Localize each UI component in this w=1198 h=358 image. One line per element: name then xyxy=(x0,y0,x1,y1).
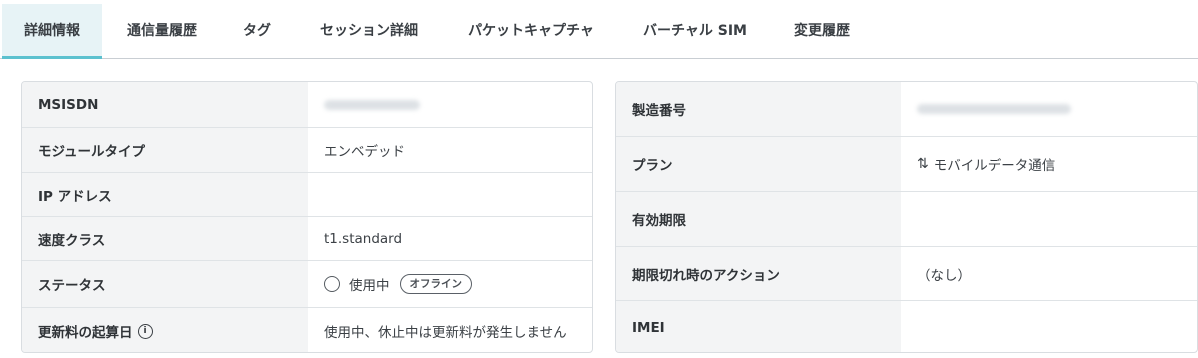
row-plan: プラン ⇅ モバイルデータ通信 xyxy=(616,136,1197,191)
tab-tags[interactable]: タグ xyxy=(226,4,288,58)
renewal-date-label: 更新料の起算日 i xyxy=(22,308,308,352)
tab-traffic-history[interactable]: 通信量履歴 xyxy=(112,4,212,58)
tab-session-details[interactable]: セッション詳細 xyxy=(302,4,436,58)
serial-number-label: 製造番号 xyxy=(616,82,901,136)
expiry-action-value: （なし） xyxy=(917,267,971,284)
status-value: 使用中 オフライン xyxy=(308,261,592,307)
row-msisdn: MSISDN xyxy=(22,82,592,127)
tab-details[interactable]: 詳細情報 xyxy=(2,4,102,59)
serial-number-value xyxy=(901,82,1197,136)
plan-text: モバイルデータ通信 xyxy=(933,158,1056,174)
renewal-date-value: 使用中、休止中は更新料が発生しません xyxy=(324,325,567,341)
msisdn-label: MSISDN xyxy=(22,82,308,127)
ip-address-value xyxy=(308,173,592,216)
plan-label: プラン xyxy=(616,137,901,191)
ip-address-label: IP アドレス xyxy=(22,173,308,216)
row-speed-class: 速度クラス t1.standard xyxy=(22,216,592,260)
row-renewal-date: 更新料の起算日 i 使用中、休止中は更新料が発生しません xyxy=(22,307,592,352)
status-badge: オフライン xyxy=(399,274,472,294)
row-serial-number: 製造番号 xyxy=(616,82,1197,136)
tab-packet-capture[interactable]: パケットキャプチャ xyxy=(450,4,612,58)
details-card-right: 製造番号 プラン ⇅ モバイルデータ通信 有効期限 期限切れ時のアクション （な… xyxy=(615,81,1198,353)
serial-number-redacted xyxy=(917,104,1071,114)
row-expiry-action: 期限切れ時のアクション （なし） xyxy=(616,246,1197,300)
row-expiry-date: 有効期限 xyxy=(616,191,1197,246)
imei-label: IMEI xyxy=(616,301,901,352)
renewal-date-label-text: 更新料の起算日 xyxy=(38,325,133,341)
status-text: 使用中 xyxy=(349,278,390,294)
tab-change-history[interactable]: 変更履歴 xyxy=(778,4,866,58)
imei-value xyxy=(901,301,1197,352)
expiry-action-label: 期限切れ時のアクション xyxy=(616,247,901,300)
row-ip-address: IP アドレス xyxy=(22,172,592,216)
speed-class-label: 速度クラス xyxy=(22,217,308,260)
msisdn-redacted xyxy=(324,99,420,110)
row-module-type: モジュールタイプ エンベデッド xyxy=(22,127,592,172)
status-label: ステータス xyxy=(22,261,308,307)
row-status: ステータス 使用中 オフライン xyxy=(22,260,592,307)
info-icon[interactable]: i xyxy=(137,323,153,339)
module-type-label: モジュールタイプ xyxy=(22,128,308,172)
status-circle-icon xyxy=(324,276,340,292)
expiry-date-value xyxy=(901,192,1197,246)
msisdn-value xyxy=(308,82,592,127)
data-transfer-icon: ⇅ xyxy=(917,156,929,172)
tab-bar: 詳細情報 通信量履歴 タグ セッション詳細 パケットキャプチャ バーチャル SI… xyxy=(0,0,1198,59)
details-card-left: MSISDN モジュールタイプ エンベデッド IP アドレス 速度クラス t1.… xyxy=(21,81,593,353)
tab-virtual-sim[interactable]: バーチャル SIM xyxy=(626,4,764,58)
plan-value: ⇅ モバイルデータ通信 xyxy=(901,137,1197,191)
module-type-value: エンベデッド xyxy=(324,144,405,160)
row-imei: IMEI xyxy=(616,300,1197,352)
speed-class-value: t1.standard xyxy=(324,230,403,247)
expiry-date-label: 有効期限 xyxy=(616,192,901,246)
